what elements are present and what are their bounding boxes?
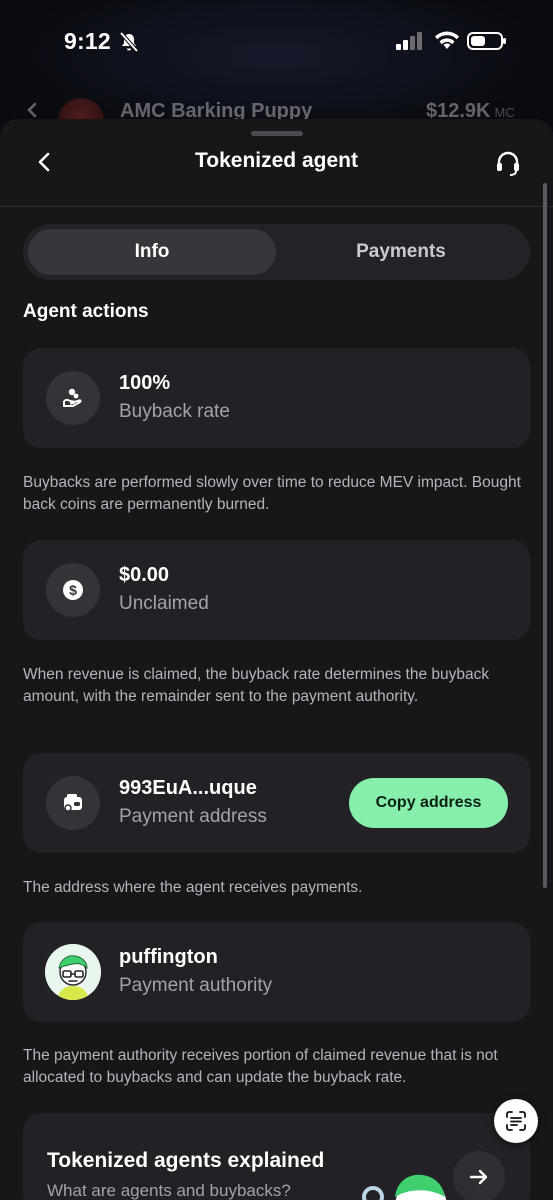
- header-divider: [0, 206, 553, 207]
- sheet-grabber[interactable]: [251, 131, 303, 136]
- bell-muted-icon: [119, 31, 139, 53]
- hand-coins-icon: [46, 371, 100, 425]
- unclaimed-label: Unclaimed: [119, 593, 209, 614]
- tab-payments[interactable]: Payments: [277, 229, 525, 275]
- svg-text:$: $: [69, 582, 77, 598]
- status-bar: 9:12: [0, 0, 553, 86]
- copy-address-button[interactable]: Copy address: [349, 778, 508, 828]
- background-back-icon: [27, 102, 37, 118]
- buyback-rate-label: Buyback rate: [119, 401, 230, 422]
- tokenized-agent-sheet: Tokenized agent Info Payments Agent acti…: [0, 119, 553, 1200]
- wallet-icon: [46, 776, 100, 830]
- status-time: 9:12: [64, 28, 111, 54]
- explainer-arrow-button[interactable]: [453, 1151, 505, 1200]
- scan-text-button[interactable]: [494, 1099, 538, 1143]
- page-title: Tokenized agent: [195, 149, 358, 172]
- payment-address-value: 993EuA...uque: [119, 777, 257, 799]
- authority-note: The payment authority receives portion o…: [23, 1047, 498, 1086]
- unclaimed-card: $ $0.00 Unclaimed: [23, 540, 530, 640]
- authority-name: puffington: [119, 946, 218, 968]
- unclaimed-note: When revenue is claimed, the buyback rat…: [23, 666, 490, 705]
- authority-avatar: [45, 944, 101, 1000]
- dollar-coin-icon: $: [46, 563, 100, 617]
- headset-support-icon[interactable]: [494, 149, 522, 177]
- payment-address-card: 993EuA...uque Payment address Copy addre…: [23, 753, 530, 853]
- payment-address-label: Payment address: [119, 806, 267, 827]
- nav-bar: Tokenized agent: [0, 137, 553, 189]
- explainer-card[interactable]: Tokenized agents explained What are agen…: [23, 1113, 530, 1200]
- tab-switcher: Info Payments: [23, 224, 530, 280]
- scrollbar[interactable]: [543, 183, 547, 888]
- address-note: The address where the agent receives pay…: [23, 879, 363, 896]
- scan-text-icon: [506, 1111, 526, 1131]
- explainer-title: Tokenized agents explained: [47, 1149, 325, 1172]
- arrow-right-icon: [469, 1169, 488, 1185]
- payment-authority-card[interactable]: puffington Payment authority: [23, 922, 530, 1022]
- battery-icon: [467, 32, 506, 50]
- buyback-note: Buybacks are performed slowly over time …: [23, 474, 521, 513]
- wifi-icon: [435, 31, 459, 49]
- cellular-signal-icon: [396, 32, 422, 50]
- buyback-rate-value: 100%: [119, 372, 171, 394]
- explainer-subtitle: What are agents and buybacks?: [47, 1181, 291, 1200]
- authority-label: Payment authority: [119, 975, 273, 996]
- tab-info[interactable]: Info: [28, 229, 276, 275]
- background-market-cap-suffix: MC: [494, 105, 515, 120]
- buyback-rate-card: 100% Buyback rate: [23, 348, 530, 448]
- section-title-agent-actions: Agent actions: [23, 301, 149, 322]
- unclaimed-value: $0.00: [119, 564, 170, 586]
